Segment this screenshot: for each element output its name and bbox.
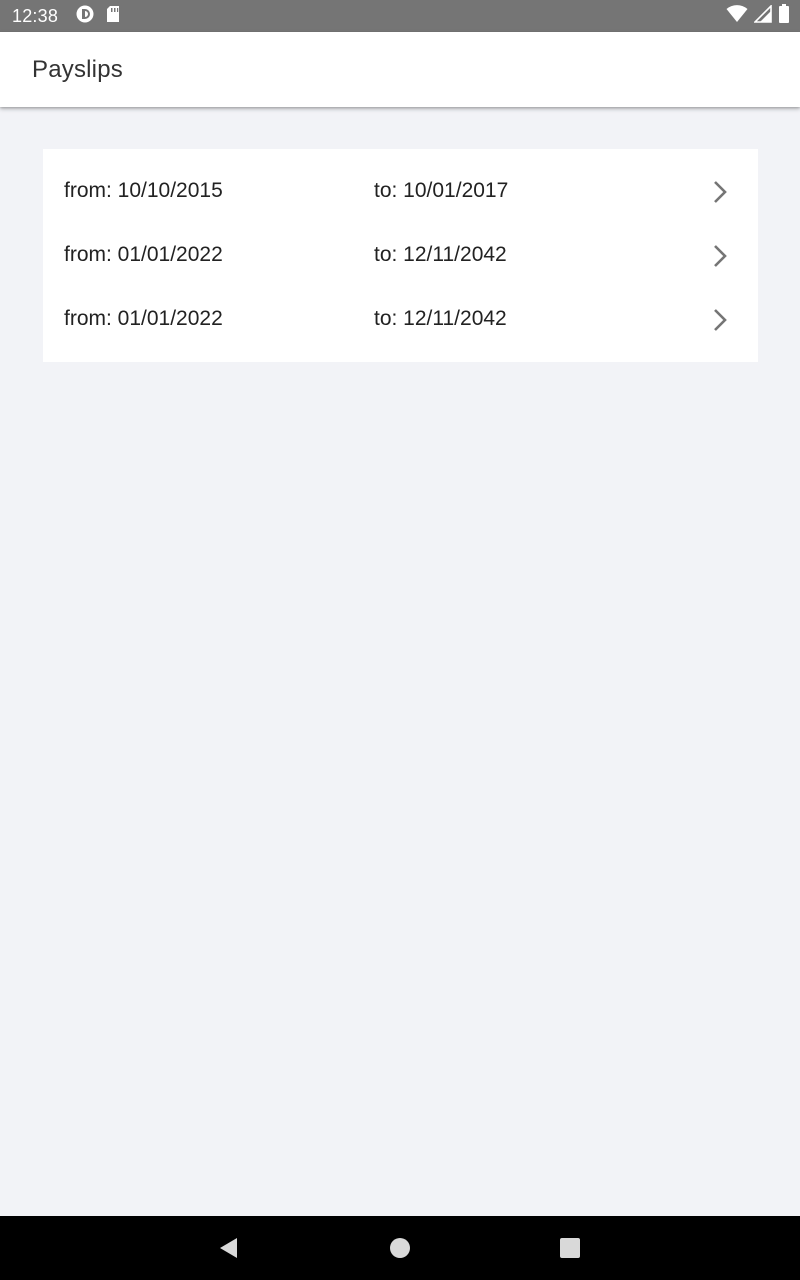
payslip-from-date: from: 01/01/2022 (64, 307, 223, 330)
screen: 12:38 Payslips from: 10/10/2015 to: 10/0… (0, 0, 800, 1280)
chevron-right-icon[interactable] (710, 179, 730, 205)
navigation-bar (0, 1216, 800, 1280)
payslip-row-1[interactable]: from: 10/10/2015 to: 10/01/2017 (43, 159, 758, 223)
payslip-row-2[interactable]: from: 01/01/2022 to: 12/11/2042 (43, 223, 758, 287)
payslip-from-date: from: 10/10/2015 (64, 179, 223, 202)
app-bar: Payslips (0, 32, 800, 107)
status-bar: 12:38 (0, 0, 800, 32)
chevron-right-icon[interactable] (710, 243, 730, 269)
payslip-from-date: from: 01/01/2022 (64, 243, 223, 266)
back-icon[interactable] (217, 1236, 241, 1260)
status-left-icons (76, 5, 120, 28)
cell-signal-icon (753, 3, 772, 28)
recents-icon[interactable] (558, 1236, 582, 1260)
payslip-to-date: to: 12/11/2042 (374, 243, 507, 266)
status-time: 12:38 (12, 5, 59, 26)
payslip-list-card: from: 10/10/2015 to: 10/01/2017 from: 01… (43, 149, 758, 362)
battery-icon (778, 3, 790, 29)
home-icon[interactable] (388, 1236, 412, 1260)
page-title: Payslips (32, 55, 123, 83)
status-right-icons (726, 0, 790, 32)
payslip-row-3[interactable]: from: 01/01/2022 to: 12/11/2042 (43, 287, 758, 351)
app-notification-icon (76, 5, 94, 28)
chevron-right-icon[interactable] (710, 307, 730, 333)
payslip-to-date: to: 12/11/2042 (374, 307, 507, 330)
wifi-icon (726, 4, 748, 28)
sd-card-icon (106, 5, 120, 28)
payslip-to-date: to: 10/01/2017 (374, 179, 509, 202)
